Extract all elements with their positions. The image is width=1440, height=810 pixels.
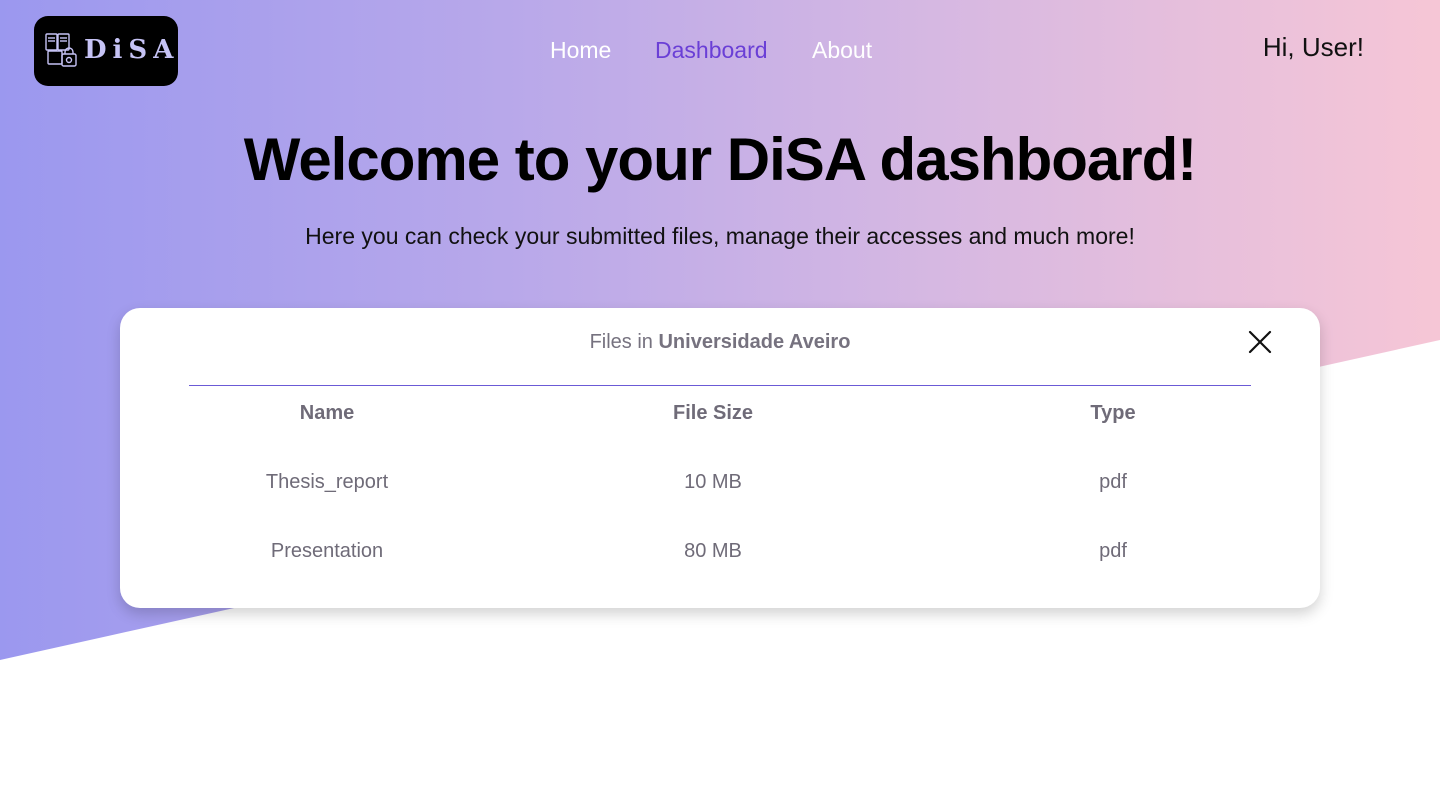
files-card: Files in Universidade Aveiro Name File S… xyxy=(120,308,1320,608)
file-size: 10 MB xyxy=(684,471,742,493)
file-type: pdf xyxy=(1099,540,1127,562)
column-header-type: Type xyxy=(1090,402,1136,424)
file-name[interactable]: Presentation xyxy=(271,536,383,566)
logo[interactable]: DiSA xyxy=(34,16,178,86)
files-card-title: Files in Universidade Aveiro xyxy=(120,328,1320,356)
nav-home[interactable]: Home xyxy=(550,34,611,66)
column-header-name: Name xyxy=(299,402,355,424)
page: DiSA Home Dashboard About Hi, User! Welc… xyxy=(0,0,1440,810)
table-row[interactable]: Presentation 80 MB pdf xyxy=(120,536,1320,605)
page-subtitle: Here you can check your submitted files,… xyxy=(305,223,1135,249)
document-lock-icon xyxy=(45,33,77,67)
column-header-file-size: File Size xyxy=(672,402,754,424)
nav-about[interactable]: About xyxy=(812,34,872,66)
file-size: 80 MB xyxy=(684,540,742,562)
files-table: Name File Size Type Thesis_report 10 MB … xyxy=(120,398,1320,605)
file-name[interactable]: Thesis_report xyxy=(266,467,388,497)
page-title: Welcome to your DiSA dashboard! xyxy=(243,126,1197,193)
table-row[interactable]: Thesis_report 10 MB pdf xyxy=(120,467,1320,536)
file-type: pdf xyxy=(1099,471,1127,493)
divider xyxy=(189,385,1251,386)
organization-name: Universidade Aveiro xyxy=(658,331,851,353)
close-icon[interactable] xyxy=(1246,328,1274,356)
nav-dashboard[interactable]: Dashboard xyxy=(655,34,768,66)
user-greeting: Hi, User! xyxy=(1262,32,1364,62)
files-card-prefix: Files in xyxy=(589,331,659,353)
table-header-row: Name File Size Type xyxy=(120,398,1320,467)
logo-text: DiSA xyxy=(84,35,180,65)
